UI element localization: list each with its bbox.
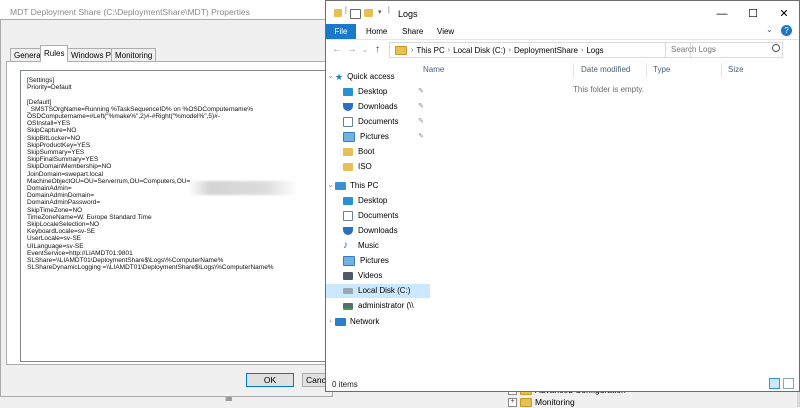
nav-label: This PC — [350, 181, 379, 190]
tree-item[interactable]: + Monitoring — [508, 396, 626, 408]
nav-label: Desktop — [358, 196, 388, 205]
breadcrumb-this-pc[interactable]: This PC — [416, 46, 444, 55]
new-folder-icon[interactable] — [364, 9, 373, 17]
tab-rules[interactable]: Rules — [40, 45, 69, 62]
nav-quick-access[interactable]: ⌄ ★ Quick access — [326, 70, 413, 84]
forward-icon[interactable]: → — [347, 44, 357, 55]
status-bar: 0 items — [326, 377, 799, 391]
address-bar[interactable]: › This PC › Local Disk (C:) › Deployment… — [389, 42, 691, 58]
column-separator[interactable] — [721, 63, 722, 77]
folder-icon — [334, 9, 342, 17]
nav-label: Music — [358, 241, 379, 250]
search-icon[interactable] — [772, 44, 780, 52]
folder-icon — [343, 148, 353, 156]
nav-label: Pictures — [360, 256, 389, 265]
expand-ribbon-icon[interactable]: ⌄ — [766, 25, 773, 34]
tab-share[interactable]: Share — [402, 24, 423, 39]
nav-label: Network — [350, 317, 380, 326]
close-icon[interactable]: ✕ — [770, 5, 798, 23]
nav-label: Documents — [358, 117, 399, 126]
tree-item-label: Monitoring — [535, 397, 575, 407]
help-icon[interactable]: ? — [781, 25, 792, 36]
desktop-icon — [343, 88, 353, 96]
breadcrumb-deploymentshare[interactable]: DeploymentShare — [514, 46, 578, 55]
nav-network[interactable]: › Network — [326, 315, 413, 329]
up-icon[interactable]: ↑ — [375, 44, 380, 55]
chevron-right-icon[interactable]: › — [448, 47, 450, 54]
empty-folder-message: This folder is empty. — [573, 85, 644, 94]
search-input[interactable]: Search Logs — [665, 42, 783, 58]
nav-label: Desktop — [358, 87, 388, 96]
nav-label: Downloads — [358, 102, 398, 111]
large-icons-view-icon[interactable] — [783, 378, 794, 389]
music-icon: ♪ — [343, 240, 348, 251]
explorer-window: | ▾ | Logs — ☐ ✕ File Home Share View ⌄ … — [325, 0, 800, 392]
nav-label: Quick access — [347, 72, 395, 81]
network-icon — [335, 318, 346, 326]
nav-label: administrator (\\ — [358, 301, 414, 310]
tab-file[interactable]: File — [326, 24, 356, 39]
ribbon-tabs: File Home Share View ⌄ ? — [326, 24, 799, 40]
computer-icon — [335, 182, 346, 190]
folder-icon — [343, 163, 353, 171]
network-drive-icon — [343, 302, 353, 310]
chevron-right-icon[interactable]: › — [581, 47, 583, 54]
file-list[interactable]: Name Date modified Type Size This folder… — [413, 61, 799, 377]
item-count: 0 items — [332, 380, 358, 389]
maximize-icon[interactable]: ☐ — [739, 5, 767, 23]
breadcrumb-logs[interactable]: Logs — [586, 46, 603, 55]
details-view-icon[interactable] — [769, 378, 780, 389]
folder-icon — [520, 397, 532, 407]
nav-label: Pictures — [360, 132, 389, 141]
navigation-bar: ← → ⌄ ↑ › This PC › Local Disk (C:) › De… — [326, 39, 799, 61]
download-icon — [343, 227, 353, 235]
chevron-down-icon[interactable]: ⌄ — [326, 70, 335, 84]
nav-this-pc[interactable]: ⌄ This PC — [326, 179, 413, 193]
nav-label: Boot — [358, 147, 375, 156]
nav-label: Downloads — [358, 226, 398, 235]
chevron-right-icon[interactable]: › — [326, 315, 335, 329]
separator-icon: | — [345, 7, 347, 14]
tab-view[interactable]: View — [437, 24, 454, 39]
tab-monitoring[interactable]: Monitoring — [111, 48, 157, 61]
tab-home[interactable]: Home — [366, 24, 387, 39]
column-name[interactable]: Name — [423, 65, 444, 74]
separator-icon: | — [388, 7, 390, 14]
document-icon — [343, 211, 353, 221]
chevron-right-icon[interactable]: › — [411, 47, 413, 54]
navigation-pane: ⌄ ★ Quick access Desktop ✎ Downloads ✎ D… — [326, 61, 430, 377]
document-icon — [343, 117, 353, 127]
breadcrumb-local-disk[interactable]: Local Disk (C:) — [453, 46, 505, 55]
column-separator[interactable] — [646, 63, 647, 77]
folder-icon — [395, 45, 407, 55]
properties-icon[interactable] — [350, 9, 361, 19]
pictures-icon — [343, 132, 355, 142]
column-separator[interactable] — [573, 63, 574, 77]
download-icon — [343, 103, 353, 111]
pictures-icon — [343, 256, 355, 266]
nav-label: ISO — [358, 162, 372, 171]
recent-locations-icon[interactable]: ⌄ — [362, 46, 368, 54]
chevron-down-icon[interactable]: ⌄ — [326, 179, 335, 193]
dialog-title: MDT Deployment Share (C:\DeploymentShare… — [10, 7, 250, 17]
nav-label: Local Disk (C:) — [358, 286, 411, 295]
video-icon — [343, 272, 353, 280]
ok-button[interactable]: OK — [246, 373, 294, 387]
expand-icon[interactable]: + — [508, 397, 517, 407]
star-icon: ★ — [335, 72, 344, 82]
rules-textarea[interactable]: [Settings] Priority=Default [Default] _S… — [20, 70, 327, 362]
column-size[interactable]: Size — [728, 65, 744, 74]
column-type[interactable]: Type — [653, 65, 670, 74]
nav-label: Videos — [358, 271, 383, 280]
window-title: Logs — [398, 9, 418, 19]
redacted-area — [188, 181, 298, 195]
back-icon[interactable]: ← — [332, 44, 342, 55]
nav-label: Documents — [358, 211, 399, 220]
chevron-right-icon[interactable]: › — [509, 47, 511, 54]
column-date-modified[interactable]: Date modified — [581, 65, 630, 74]
desktop-icon — [343, 197, 353, 205]
drive-icon — [343, 288, 353, 294]
customize-qat-icon[interactable]: ▾ — [378, 8, 382, 16]
minimize-icon[interactable]: — — [708, 5, 736, 23]
